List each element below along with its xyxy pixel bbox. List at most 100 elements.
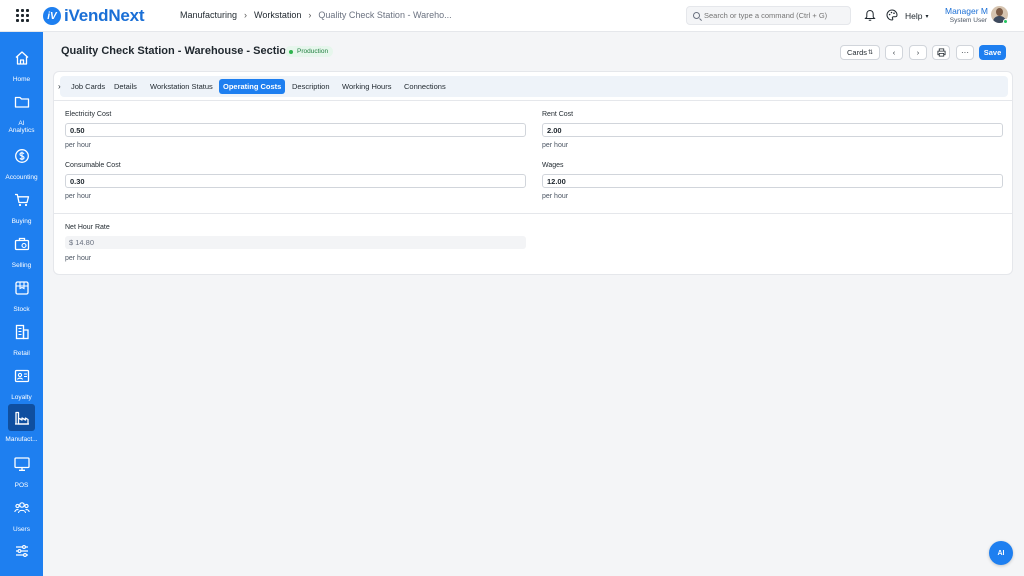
net-hour-rate-help: per hour — [65, 255, 92, 262]
sort-arrows-icon: ⇅ — [867, 50, 873, 56]
logo-mark-icon: iV — [43, 7, 61, 25]
sidebar-item-label: AI Analytics — [8, 120, 35, 135]
previous-button[interactable]: ‹ — [885, 45, 903, 60]
app-logo[interactable]: iV iVendNext — [43, 6, 145, 26]
chevron-right-icon[interactable]: › — [58, 82, 61, 91]
printer-icon — [936, 48, 946, 57]
sidebar-item-label: Accounting — [5, 174, 38, 181]
tab-details[interactable]: Details — [110, 79, 141, 94]
top-bar: iV iVendNext Manufacturing › Workstation… — [0, 0, 1024, 32]
divider — [54, 100, 1012, 101]
sidebar-item-ai-analytics[interactable]: AI Analytics — [0, 88, 43, 135]
online-status-icon — [1003, 19, 1008, 24]
sidebar-item-pos[interactable]: POS — [0, 450, 43, 489]
sidebar-item-buying[interactable]: Buying — [0, 186, 43, 225]
bell-icon[interactable] — [864, 9, 876, 22]
sidebar-item-stock[interactable]: Stock — [0, 274, 43, 313]
wages-input[interactable]: 12.00 — [542, 174, 1003, 188]
status-badge: Production — [285, 46, 334, 57]
next-button[interactable]: › — [909, 45, 927, 60]
tab-connections[interactable]: Connections — [400, 79, 450, 94]
store-icon — [15, 324, 29, 339]
sidebar-item-home[interactable]: Home — [0, 44, 43, 83]
users-icon — [13, 501, 30, 513]
help-menu[interactable]: Help ▾ — [905, 11, 929, 21]
tab-workstation-status[interactable]: Workstation Status — [146, 79, 217, 94]
consumable-cost-label: Consumable Cost — [65, 162, 121, 169]
sidebar-item-label: Manufact... — [5, 436, 38, 443]
breadcrumb: Manufacturing › Workstation › Quality Ch… — [180, 10, 452, 20]
sidebar-item-settings[interactable] — [0, 537, 43, 564]
sidebar-item-retail[interactable]: Retail — [0, 318, 43, 357]
dollar-icon — [14, 148, 29, 163]
view-select[interactable]: Cards ⇅ — [840, 45, 880, 60]
sidebar-item-label: Selling — [11, 262, 32, 269]
chevron-right-icon: › — [916, 48, 920, 57]
breadcrumb-item[interactable]: Manufacturing — [180, 10, 237, 20]
consumable-cost-input[interactable]: 0.30 — [65, 174, 526, 188]
breadcrumb-item[interactable]: Workstation — [254, 10, 301, 20]
form-card: › Job Cards Details Workstation Status O… — [53, 71, 1013, 275]
app-grid-icon[interactable] — [16, 9, 29, 22]
chevron-right-icon: › — [244, 10, 248, 20]
rent-cost-help: per hour — [542, 142, 569, 149]
sidebar-item-accounting[interactable]: Accounting — [0, 142, 43, 181]
chevron-down-icon: ▾ — [925, 13, 929, 20]
sidebar: Home AI Analytics Accounting Buying Sell… — [0, 32, 43, 576]
net-hour-rate-value: $ 14.80 — [65, 236, 526, 249]
rent-cost-label: Rent Cost — [542, 111, 574, 118]
view-select-label: Cards — [847, 48, 868, 57]
sidebar-item-users[interactable]: Users — [0, 494, 43, 533]
sidebar-item-manufacturing[interactable]: Manufact... — [0, 404, 43, 443]
wages-label: Wages — [542, 162, 564, 169]
tab-description[interactable]: Description — [288, 79, 334, 94]
divider — [54, 213, 1012, 214]
chevron-left-icon: ‹ — [892, 48, 896, 57]
sidebar-item-loyalty[interactable]: Loyalty — [0, 362, 43, 401]
id-card-icon — [14, 369, 29, 382]
net-hour-rate-label: Net Hour Rate — [65, 224, 110, 231]
ellipsis-icon: ··· — [961, 48, 969, 57]
chevron-right-icon: › — [308, 10, 312, 20]
sidebar-item-label: Home — [12, 76, 31, 83]
status-dot-icon — [289, 49, 293, 54]
status-label: Production — [297, 48, 329, 55]
save-button[interactable]: Save — [979, 45, 1006, 60]
consumable-cost-help: per hour — [65, 193, 92, 200]
palette-icon[interactable] — [886, 9, 898, 21]
sidebar-item-label: Buying — [11, 218, 32, 225]
tab-working-hours[interactable]: Working Hours — [338, 79, 395, 94]
factory-icon — [14, 411, 29, 425]
help-label: Help — [905, 11, 923, 21]
user-info[interactable]: Manager M System User — [945, 6, 988, 24]
ai-assistant-button[interactable]: AI — [989, 541, 1013, 565]
sidebar-item-label: Loyalty — [11, 394, 32, 401]
sidebar-item-label: Retail — [13, 350, 30, 357]
electricity-cost-help: per hour — [65, 142, 92, 149]
wages-help: per hour — [542, 193, 569, 200]
sidebar-item-selling[interactable]: Selling — [0, 230, 43, 269]
sidebar-item-label: Users — [13, 526, 30, 533]
search-input[interactable] — [704, 11, 844, 20]
search-box[interactable] — [686, 6, 851, 25]
cart-icon — [14, 193, 29, 206]
folder-icon — [14, 96, 29, 108]
briefcase-icon — [14, 237, 29, 250]
app-name: iVendNext — [64, 6, 145, 25]
sidebar-item-label: POS — [14, 482, 29, 489]
sidebar-item-label: Stock — [13, 306, 30, 313]
search-icon — [693, 12, 700, 19]
user-role: System User — [949, 17, 987, 24]
box-icon — [14, 280, 29, 295]
electricity-cost-label: Electricity Cost — [65, 111, 112, 118]
print-button[interactable] — [932, 45, 950, 60]
home-icon — [15, 50, 28, 65]
rent-cost-input[interactable]: 2.00 — [542, 123, 1003, 137]
tab-operating-costs[interactable]: Operating Costs — [219, 79, 286, 94]
tab-job-cards[interactable]: Job Cards — [67, 79, 109, 94]
tab-bar: › Job Cards Details Workstation Status O… — [58, 76, 1008, 97]
settings-sliders-icon — [15, 544, 28, 557]
electricity-cost-input[interactable]: 0.50 — [65, 123, 526, 137]
page-title: Quality Check Station - Warehouse - Sect… — [61, 45, 304, 57]
more-options-button[interactable]: ··· — [956, 45, 974, 60]
